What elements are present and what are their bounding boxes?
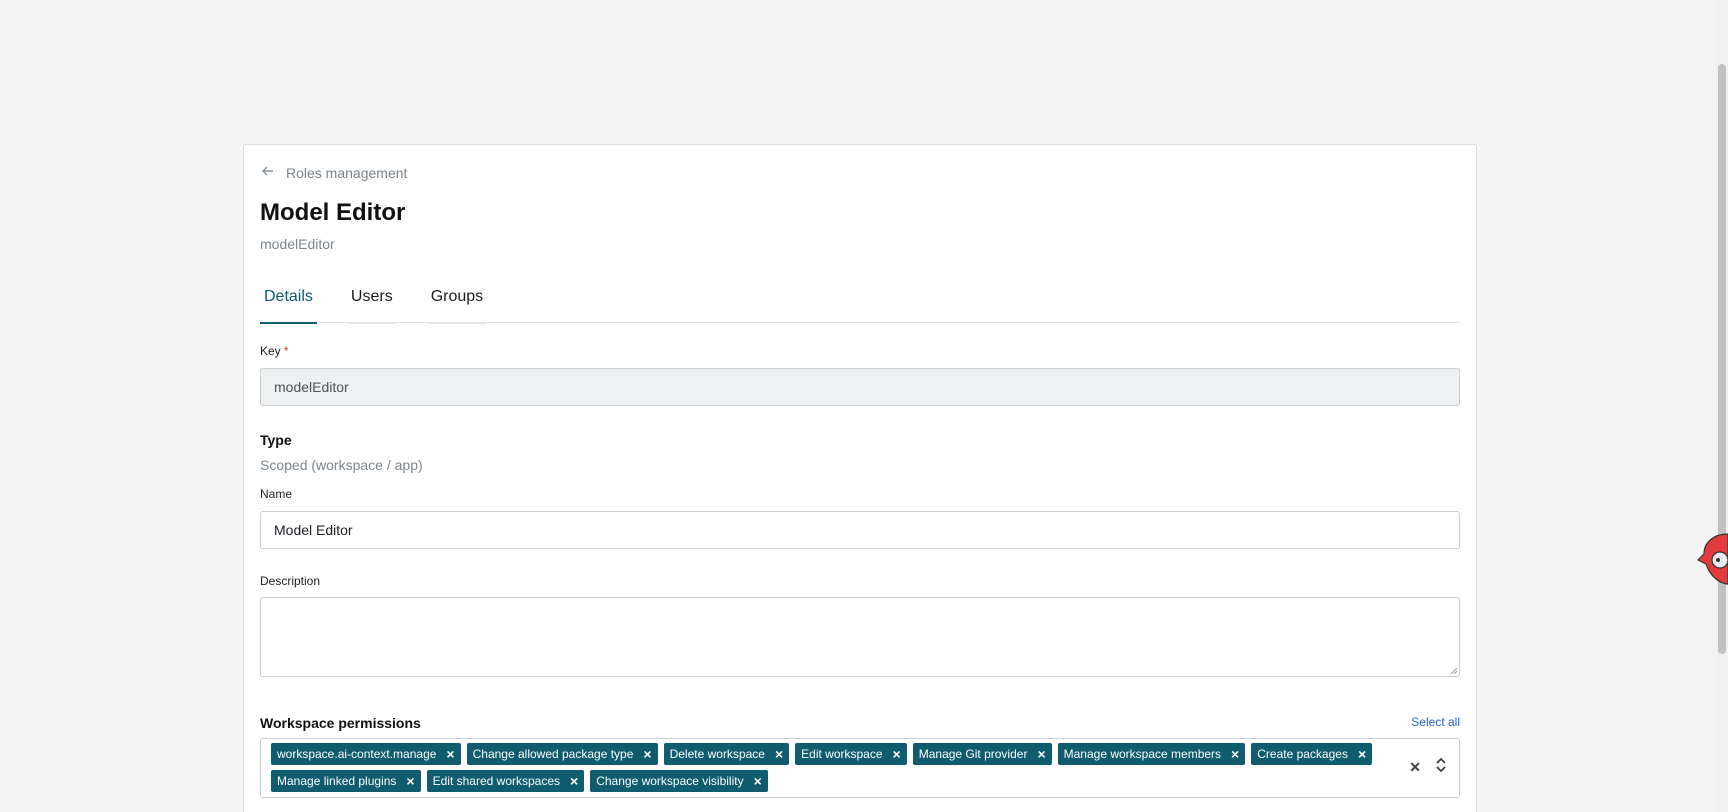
multiselect-controls: ✕: [1409, 757, 1447, 778]
permission-chip: workspace.ai-context.manage ×: [271, 743, 461, 765]
breadcrumb-back-link[interactable]: Roles management: [260, 163, 407, 182]
page-scrollbar[interactable]: [1716, 0, 1728, 812]
permission-chip: Manage Git provider ×: [912, 743, 1052, 765]
remove-chip-icon[interactable]: ×: [1358, 747, 1366, 761]
remove-chip-icon[interactable]: ×: [775, 747, 783, 761]
permission-chip-label: Change allowed package type: [472, 747, 634, 761]
type-heading: Type: [260, 432, 292, 448]
tab-bar: Details Users Groups: [260, 285, 1460, 324]
remove-chip-icon[interactable]: ×: [643, 747, 651, 761]
select-all-link[interactable]: Select all: [1411, 715, 1460, 729]
role-details-card: Roles management Model Editor modelEdito…: [243, 144, 1477, 812]
page-title: Model Editor: [260, 199, 406, 226]
arrow-left-icon: [260, 163, 276, 182]
permission-chip-label: workspace.ai-context.manage: [277, 747, 437, 761]
required-mark: *: [283, 344, 289, 358]
permission-chip: Delete workspace ×: [663, 743, 790, 765]
tab-users[interactable]: Users: [346, 285, 397, 324]
description-label: Description: [260, 574, 321, 588]
remove-chip-icon[interactable]: ×: [754, 774, 762, 788]
permission-chip-label: Manage workspace members: [1063, 747, 1222, 761]
permission-chip: Change workspace visibility ×: [590, 770, 768, 792]
permission-chip-label: Edit workspace: [801, 747, 883, 761]
permission-chip-label: Create packages: [1257, 747, 1348, 761]
type-value: Scoped (workspace / app): [260, 457, 423, 473]
tab-details[interactable]: Details: [260, 285, 317, 324]
description-textarea[interactable]: [260, 597, 1460, 677]
remove-chip-icon[interactable]: ×: [570, 774, 578, 788]
remove-chip-icon[interactable]: ×: [1231, 747, 1239, 761]
key-field[interactable]: modelEditor: [260, 368, 1460, 406]
permission-chip: Edit shared workspaces ×: [426, 770, 585, 792]
name-field[interactable]: Model Editor: [260, 511, 1460, 549]
remove-chip-icon[interactable]: ×: [1037, 747, 1045, 761]
key-label: Key *: [260, 344, 288, 358]
workspace-permissions-heading: Workspace permissions: [260, 715, 421, 731]
workspace-permissions-multiselect[interactable]: workspace.ai-context.manage × Change allow…: [260, 738, 1460, 798]
tab-groups[interactable]: Groups: [426, 285, 488, 324]
name-label: Name: [260, 487, 293, 501]
key-label-text: Key: [260, 344, 281, 358]
resize-handle-icon[interactable]: [1449, 666, 1457, 674]
permission-chip: Manage linked plugins ×: [271, 770, 421, 792]
permission-chip: Create packages ×: [1251, 743, 1373, 765]
permission-chip: Change allowed package type ×: [466, 743, 658, 765]
breadcrumb-label: Roles management: [286, 164, 408, 181]
permission-chip-label: Manage linked plugins: [277, 774, 397, 788]
remove-chip-icon[interactable]: ×: [446, 747, 454, 761]
permission-chip-label: Delete workspace: [669, 747, 765, 761]
remove-chip-icon[interactable]: ×: [893, 747, 901, 761]
permission-chips: workspace.ai-context.manage × Change allow…: [271, 743, 1389, 792]
assistant-mascot-icon[interactable]: [1692, 530, 1728, 590]
permission-chip-label: Change workspace visibility: [596, 774, 744, 788]
chevron-up-down-icon[interactable]: [1435, 757, 1447, 778]
permission-chip-label: Manage Git provider: [918, 747, 1028, 761]
remove-chip-icon[interactable]: ×: [406, 774, 414, 788]
permission-chip-label: Edit shared workspaces: [432, 774, 561, 788]
permission-chip: Edit workspace ×: [795, 743, 907, 765]
permission-chip: Manage workspace members ×: [1057, 743, 1246, 765]
clear-all-icon[interactable]: ✕: [1409, 759, 1421, 776]
page-subtitle: modelEditor: [260, 236, 335, 252]
